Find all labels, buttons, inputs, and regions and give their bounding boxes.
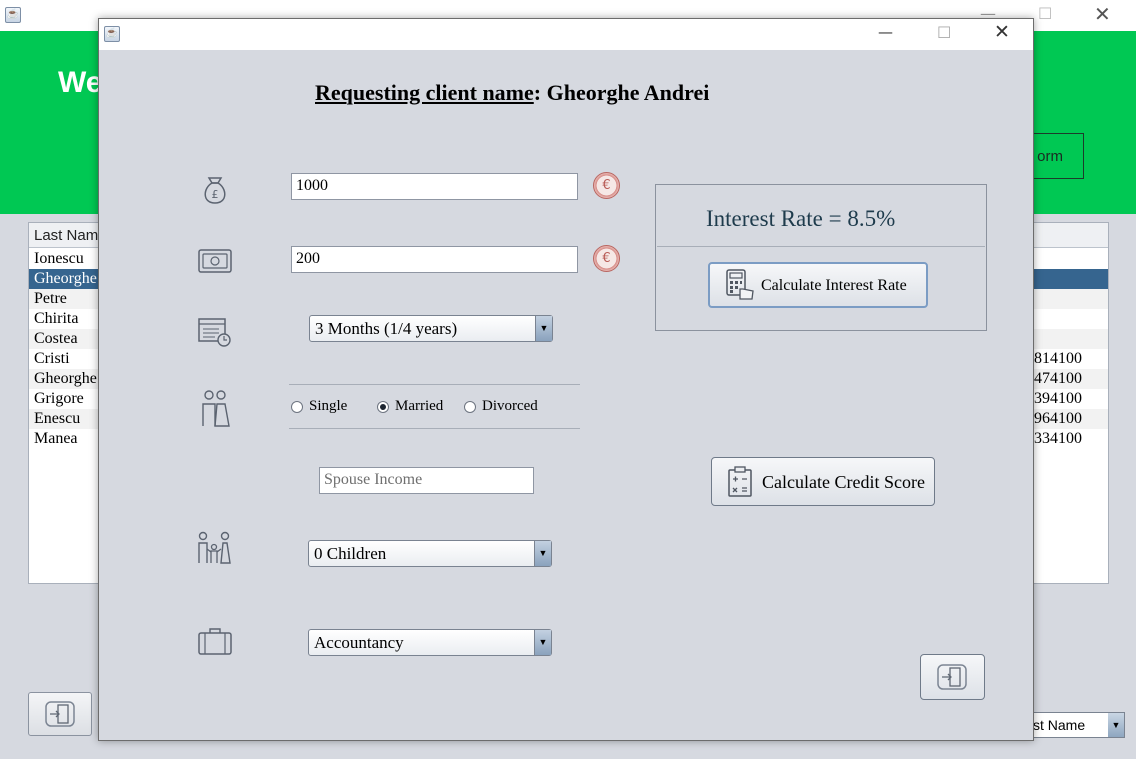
client-name-label: Requesting client name bbox=[315, 80, 534, 105]
row-last-name: Petre bbox=[34, 290, 67, 307]
radio-divorced[interactable] bbox=[464, 400, 476, 413]
sort-by-select[interactable]: st Name ▼ bbox=[1020, 712, 1125, 738]
client-name-value: : Gheorghe Andrei bbox=[533, 80, 710, 105]
radio-divorced-label[interactable]: Divorced bbox=[482, 398, 538, 415]
row-last-name: Ionescu bbox=[34, 250, 84, 267]
clipboard-calculator-icon bbox=[728, 466, 752, 497]
row-last-name: Gheorghe bbox=[34, 370, 97, 387]
monthly-payment-input[interactable]: 200 bbox=[291, 246, 578, 273]
credit-request-dialog bbox=[98, 18, 1034, 741]
welcome-heading: We bbox=[58, 66, 103, 99]
calculate-interest-rate-button[interactable]: Calculate Interest Rate bbox=[708, 262, 928, 308]
divider bbox=[289, 384, 580, 385]
row-phone: 1394100 bbox=[1026, 390, 1082, 407]
calculate-credit-score-label: Calculate Credit Score bbox=[762, 472, 925, 492]
occupation-value: Accountancy bbox=[314, 633, 404, 652]
calculate-interest-rate-label: Calculate Interest Rate bbox=[761, 277, 907, 294]
calendar-clock-icon bbox=[198, 318, 231, 347]
dialog-maximize-icon[interactable]: ☐ bbox=[937, 23, 951, 42]
chevron-down-icon: ▼ bbox=[1108, 713, 1124, 737]
svg-text:£: £ bbox=[212, 188, 219, 201]
row-last-name: Cristi bbox=[34, 350, 70, 367]
divider bbox=[289, 428, 580, 429]
loan-amount-input[interactable]: 1000 bbox=[291, 173, 578, 200]
form-button-label: orm bbox=[1037, 147, 1063, 165]
exit-door-icon bbox=[937, 664, 967, 690]
radio-married-label[interactable]: Married bbox=[395, 398, 443, 415]
marital-status-group: Married bbox=[377, 398, 443, 415]
row-last-name: Chirita bbox=[34, 310, 79, 327]
client-name-heading: Requesting client name: Gheorghe Andrei bbox=[315, 80, 709, 106]
radio-single[interactable] bbox=[291, 400, 303, 413]
column-header-last-name[interactable]: Last Nam bbox=[34, 227, 98, 244]
banknote-icon bbox=[198, 249, 232, 273]
row-last-name: Enescu bbox=[34, 410, 81, 427]
sort-by-value: st Name bbox=[1033, 717, 1086, 733]
row-phone: 9334100 bbox=[1026, 430, 1082, 447]
couple-icon bbox=[202, 390, 230, 427]
close-icon[interactable]: ✕ bbox=[1094, 2, 1111, 26]
divider bbox=[657, 246, 985, 247]
maximize-icon[interactable]: ☐ bbox=[1038, 4, 1052, 23]
chevron-down-icon: ▼ bbox=[535, 316, 552, 341]
dialog-minimize-icon[interactable]: — bbox=[878, 23, 893, 41]
row-last-name: Manea bbox=[34, 430, 78, 447]
row-last-name: Costea bbox=[34, 330, 78, 347]
dialog-exit-button[interactable] bbox=[920, 654, 985, 700]
row-last-name: Gheorghe bbox=[34, 270, 97, 287]
occupation-select[interactable]: Accountancy ▼ bbox=[308, 629, 552, 656]
marital-status-group: Divorced bbox=[464, 398, 538, 415]
java-app-icon: ☕ bbox=[5, 7, 21, 23]
spouse-income-input[interactable]: Spouse Income bbox=[319, 467, 534, 494]
row-phone: 5814100 bbox=[1026, 350, 1082, 367]
java-app-icon: ☕ bbox=[104, 26, 120, 42]
chevron-down-icon: ▼ bbox=[534, 541, 551, 566]
loan-period-select[interactable]: 3 Months (1/4 years) ▼ bbox=[309, 315, 553, 342]
calculator-hand-icon bbox=[726, 269, 754, 300]
euro-coin-icon: € bbox=[593, 245, 620, 272]
row-phone: 1474100 bbox=[1026, 370, 1082, 387]
children-value: 0 Children bbox=[314, 544, 387, 563]
briefcase-icon bbox=[198, 628, 232, 655]
exit-door-icon bbox=[45, 701, 75, 727]
row-phone: 5964100 bbox=[1026, 410, 1082, 427]
family-icon bbox=[198, 531, 231, 564]
money-bag-icon: £ bbox=[204, 177, 226, 204]
children-select[interactable]: 0 Children ▼ bbox=[308, 540, 552, 567]
exit-button[interactable] bbox=[28, 692, 92, 736]
interest-rate-value: Interest Rate = 8.5% bbox=[706, 206, 896, 231]
marital-status-group: Single bbox=[291, 398, 347, 415]
loan-period-value: 3 Months (1/4 years) bbox=[315, 319, 458, 338]
dialog-close-icon[interactable]: ✕ bbox=[994, 21, 1010, 43]
euro-coin-icon: € bbox=[593, 172, 620, 199]
chevron-down-icon: ▼ bbox=[534, 630, 551, 655]
row-last-name: Grigore bbox=[34, 390, 84, 407]
calculate-credit-score-button[interactable]: Calculate Credit Score bbox=[711, 457, 935, 506]
radio-married[interactable] bbox=[377, 400, 389, 413]
radio-single-label[interactable]: Single bbox=[309, 398, 347, 415]
